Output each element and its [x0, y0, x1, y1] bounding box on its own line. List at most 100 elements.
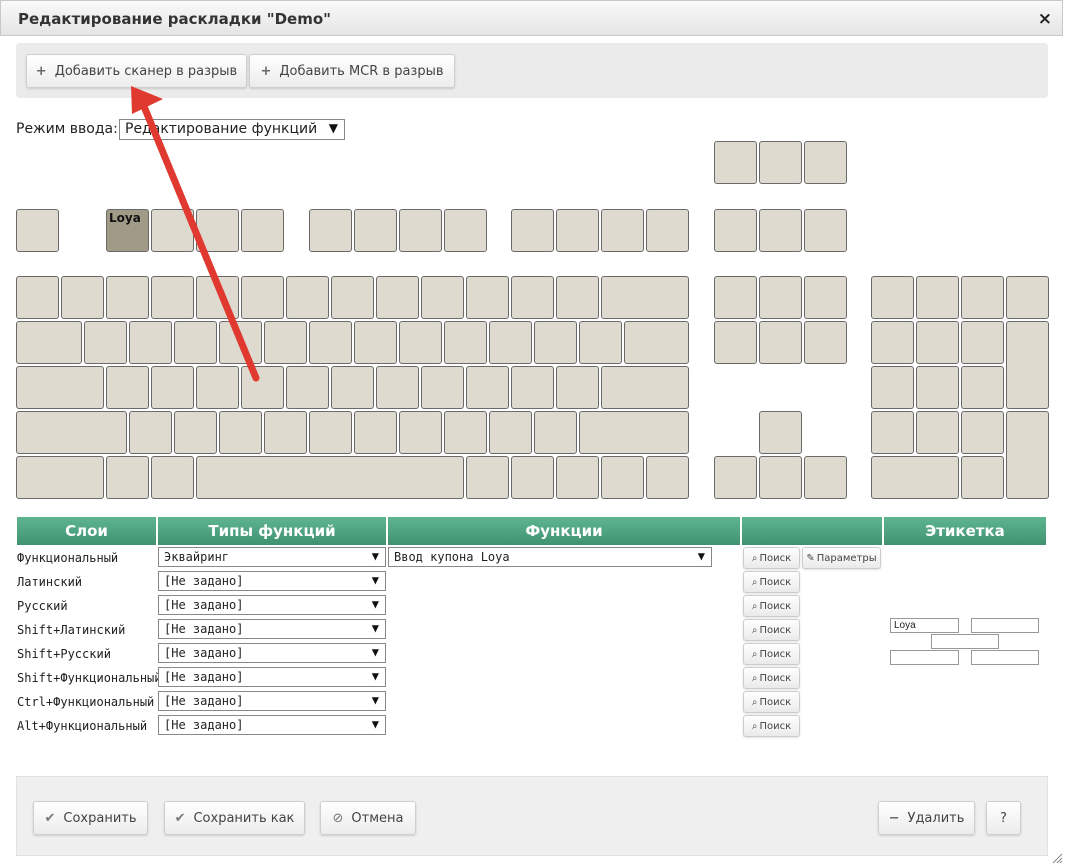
label-field-4[interactable] [890, 650, 959, 665]
key[interactable] [196, 366, 239, 409]
key[interactable] [309, 411, 352, 454]
key[interactable] [534, 411, 577, 454]
key[interactable] [804, 209, 847, 252]
key[interactable] [331, 366, 374, 409]
search-button[interactable]: ⌕ Поиск [743, 547, 800, 569]
key[interactable] [646, 209, 689, 252]
key[interactable] [444, 209, 487, 252]
key[interactable] [961, 276, 1004, 319]
function-type-select[interactable]: [Не задано] ▼ [158, 595, 386, 615]
key[interactable] [151, 276, 194, 319]
key[interactable] [444, 411, 487, 454]
key[interactable] [466, 456, 509, 499]
key-enter[interactable] [601, 366, 689, 409]
search-button[interactable]: ⌕ Поиск [743, 595, 800, 617]
key[interactable] [511, 456, 554, 499]
key[interactable] [804, 141, 847, 184]
key[interactable] [16, 456, 104, 499]
key[interactable] [286, 276, 329, 319]
key[interactable] [624, 321, 689, 364]
key[interactable] [219, 411, 262, 454]
search-button[interactable]: ⌕ Поиск [743, 571, 800, 593]
key[interactable] [556, 209, 599, 252]
key[interactable] [511, 276, 554, 319]
key[interactable] [129, 321, 172, 364]
function-type-select[interactable]: Эквайринг ▼ [158, 547, 386, 567]
key[interactable] [376, 366, 419, 409]
key[interactable] [106, 456, 149, 499]
key[interactable] [399, 209, 442, 252]
search-button[interactable]: ⌕ Поиск [743, 667, 800, 689]
key[interactable] [286, 366, 329, 409]
key[interactable] [241, 209, 284, 252]
key[interactable] [174, 321, 217, 364]
key[interactable] [1006, 276, 1049, 319]
key[interactable] [421, 276, 464, 319]
key-right-shift[interactable] [579, 411, 689, 454]
key[interactable] [129, 411, 172, 454]
key-arrow-down[interactable] [759, 456, 802, 499]
key[interactable] [151, 209, 194, 252]
key[interactable] [489, 321, 532, 364]
key[interactable] [579, 321, 622, 364]
key[interactable] [466, 366, 509, 409]
key[interactable] [354, 209, 397, 252]
key[interactable] [151, 456, 194, 499]
key-backspace[interactable] [601, 276, 689, 319]
key[interactable] [961, 366, 1004, 409]
function-select[interactable]: Ввод купона Loya ▼ [388, 547, 712, 567]
key[interactable] [534, 321, 577, 364]
key[interactable] [511, 209, 554, 252]
label-field-2[interactable] [971, 618, 1039, 633]
key[interactable] [916, 276, 959, 319]
search-button[interactable]: ⌕ Поиск [743, 691, 800, 713]
label-field-5[interactable] [971, 650, 1039, 665]
key[interactable] [871, 321, 914, 364]
key[interactable] [646, 456, 689, 499]
search-button[interactable]: ⌕ Поиск [743, 643, 800, 665]
key[interactable] [871, 276, 914, 319]
key[interactable] [354, 411, 397, 454]
close-icon[interactable]: × [1038, 9, 1052, 29]
key[interactable] [376, 276, 419, 319]
function-type-select[interactable]: [Не задано] ▼ [158, 715, 386, 735]
key[interactable] [16, 276, 59, 319]
key[interactable] [601, 456, 644, 499]
key-space[interactable] [196, 456, 464, 499]
key-tab[interactable] [16, 321, 82, 364]
key[interactable] [84, 321, 127, 364]
key[interactable] [759, 321, 802, 364]
help-button[interactable]: ? [986, 801, 1021, 835]
key[interactable] [241, 366, 284, 409]
save-as-button[interactable]: ✔ Сохранить как [164, 801, 305, 835]
key[interactable] [804, 321, 847, 364]
key[interactable] [916, 411, 959, 454]
search-button[interactable]: ⌕ Поиск [743, 619, 800, 641]
key[interactable] [556, 276, 599, 319]
key[interactable] [241, 276, 284, 319]
key[interactable] [511, 366, 554, 409]
key[interactable] [714, 141, 757, 184]
key[interactable] [916, 321, 959, 364]
key[interactable] [106, 276, 149, 319]
key-numpad-0[interactable] [871, 456, 959, 499]
key[interactable] [151, 366, 194, 409]
key[interactable] [714, 321, 757, 364]
function-type-select[interactable]: [Не задано] ▼ [158, 691, 386, 711]
key[interactable] [16, 209, 59, 252]
save-button[interactable]: ✔ Сохранить [33, 801, 148, 835]
search-button[interactable]: ⌕ Поиск [743, 715, 800, 737]
label-field-1[interactable] [890, 618, 959, 633]
key[interactable] [871, 366, 914, 409]
key[interactable] [331, 276, 374, 319]
key[interactable] [961, 411, 1004, 454]
function-type-select[interactable]: [Не задано] ▼ [158, 643, 386, 663]
key[interactable] [961, 321, 1004, 364]
input-mode-select[interactable]: Редактирование функций ▼ [119, 119, 345, 140]
key[interactable] [444, 321, 487, 364]
key[interactable] [556, 366, 599, 409]
function-type-select[interactable]: [Не задано] ▼ [158, 667, 386, 687]
key[interactable] [264, 411, 307, 454]
key-numpad-plus[interactable] [1006, 321, 1049, 409]
key[interactable] [309, 321, 352, 364]
